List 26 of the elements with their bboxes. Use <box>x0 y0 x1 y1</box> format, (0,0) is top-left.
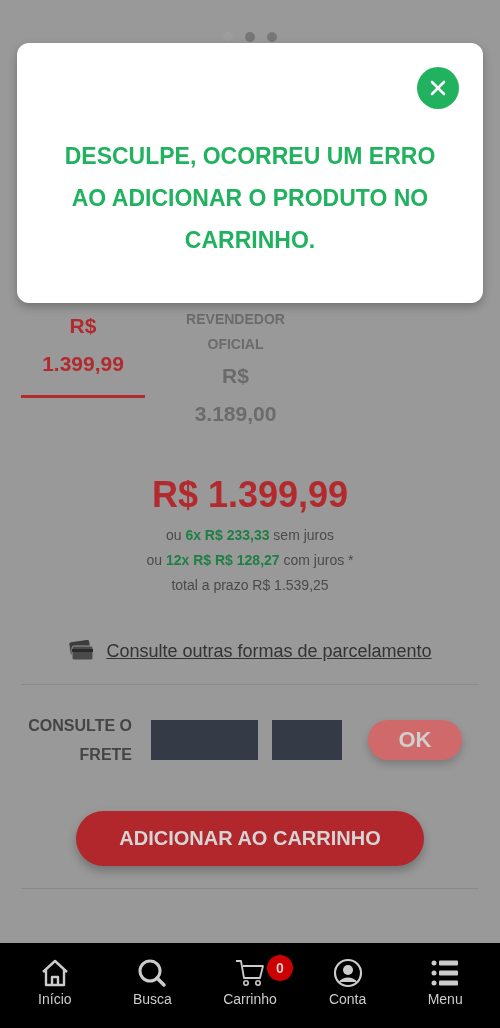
product-price: R$ 1.399,99 <box>150 473 350 517</box>
zip-code-field[interactable] <box>151 720 258 760</box>
nav-item[interactable]: Conta <box>302 957 393 1007</box>
zip-code-field[interactable] <box>272 720 342 760</box>
error-message: DESCULPE, OCORREU UM ERRO AO ADICIONAR O PRODUTO NO CARRINHO. <box>63 142 437 255</box>
shipping-label: CONSULTE O FRETE <box>27 716 132 765</box>
account-icon <box>332 958 363 988</box>
carousel-dot[interactable] <box>223 32 233 42</box>
installment-text: total a prazo R$ 1.539,25 <box>171 576 329 595</box>
installment-text: ou 12x R$ R$ 128,27 com juros * <box>146 551 354 570</box>
menu-icon <box>430 958 461 988</box>
search-icon <box>137 958 168 988</box>
nav-item[interactable]: 0 Carrinho <box>205 957 295 1007</box>
nav-item[interactable]: Busca <box>107 957 198 1007</box>
cart-count-badge: 0 <box>267 955 293 981</box>
carousel-dot[interactable] <box>245 32 255 42</box>
add-to-cart-button[interactable]: ADICIONAR AO CARRINHO <box>76 811 424 866</box>
close-button[interactable] <box>417 67 459 109</box>
close-icon <box>428 78 448 98</box>
nav-item[interactable]: Início <box>9 957 100 1007</box>
carousel-dot[interactable] <box>267 32 277 42</box>
cart-icon <box>235 958 265 988</box>
installment-options-link[interactable]: Consulte outras formas de parcelamento <box>106 640 432 662</box>
credit-cards-icon <box>68 640 95 662</box>
installment-text: ou 6x R$ 233,33 sem juros <box>165 526 335 545</box>
nav-item[interactable]: Menu <box>400 957 491 1007</box>
